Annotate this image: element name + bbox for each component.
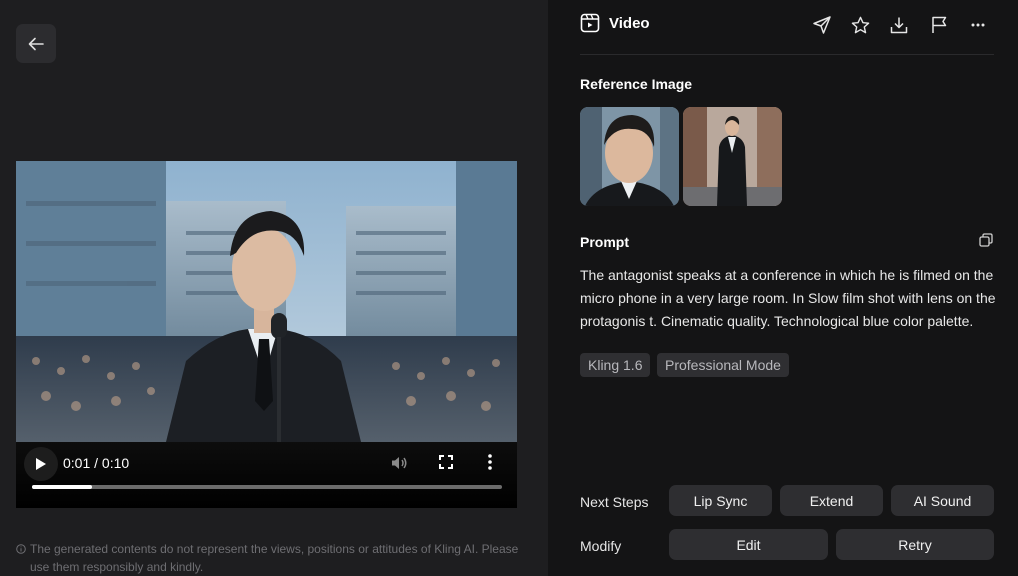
download-button[interactable] bbox=[888, 14, 910, 36]
send-button[interactable] bbox=[811, 14, 833, 36]
reference-image-title: Reference Image bbox=[580, 76, 693, 92]
reference-image-2[interactable] bbox=[683, 107, 782, 206]
video-player[interactable]: 0:01 / 0:10 bbox=[16, 161, 517, 508]
extend-button[interactable]: Extend bbox=[780, 485, 883, 516]
video-controls: 0:01 / 0:10 bbox=[16, 442, 517, 508]
edit-button[interactable]: Edit bbox=[669, 529, 828, 560]
progress-bar[interactable] bbox=[32, 485, 502, 489]
back-arrow-icon bbox=[28, 37, 44, 50]
more-horizontal-icon bbox=[971, 23, 985, 27]
next-steps-label: Next Steps bbox=[580, 494, 649, 510]
play-button[interactable] bbox=[24, 447, 58, 481]
panel-header: Video bbox=[580, 12, 994, 55]
reference-image-2-picture bbox=[683, 107, 782, 206]
details-panel: Video Reference Image Prompt The antagon… bbox=[548, 0, 1018, 576]
info-icon bbox=[16, 544, 26, 554]
fullscreen-icon[interactable] bbox=[439, 455, 453, 469]
time-display: 0:01 / 0:10 bbox=[63, 455, 130, 471]
video-viewer-pane: 0:01 / 0:10 The generated contents do no… bbox=[0, 0, 548, 576]
video-frame bbox=[16, 161, 517, 442]
video-icon bbox=[580, 13, 600, 33]
modify-label: Modify bbox=[580, 538, 622, 554]
lip-sync-button[interactable]: Lip Sync bbox=[669, 485, 772, 516]
retry-button[interactable]: Retry bbox=[836, 529, 994, 560]
flag-icon bbox=[931, 16, 946, 33]
progress-fill bbox=[32, 485, 93, 489]
copy-icon[interactable] bbox=[979, 233, 993, 247]
favorite-button[interactable] bbox=[849, 14, 871, 36]
mode-tag: Professional Mode bbox=[657, 353, 789, 377]
report-button[interactable] bbox=[928, 14, 950, 36]
send-icon bbox=[813, 16, 831, 34]
model-tag: Kling 1.6 bbox=[580, 353, 651, 377]
back-button[interactable] bbox=[16, 24, 56, 63]
prompt-title: Prompt bbox=[580, 234, 629, 250]
play-icon bbox=[36, 458, 46, 470]
disclaimer-text: The generated contents do not represent … bbox=[30, 542, 519, 574]
ai-sound-button[interactable]: AI Sound bbox=[891, 485, 994, 516]
panel-title: Video bbox=[580, 13, 650, 33]
download-icon bbox=[890, 17, 908, 34]
reference-image-1[interactable] bbox=[580, 107, 679, 206]
disclaimer: The generated contents do not represent … bbox=[16, 540, 526, 576]
volume-icon[interactable] bbox=[390, 454, 408, 472]
more-vertical-icon[interactable] bbox=[488, 454, 492, 470]
reference-image-1-picture bbox=[580, 107, 679, 206]
prompt-text: The antagonist speaks at a conference in… bbox=[580, 267, 996, 329]
star-icon bbox=[851, 16, 869, 33]
more-button[interactable] bbox=[967, 14, 989, 36]
panel-title-text: Video bbox=[609, 14, 650, 32]
